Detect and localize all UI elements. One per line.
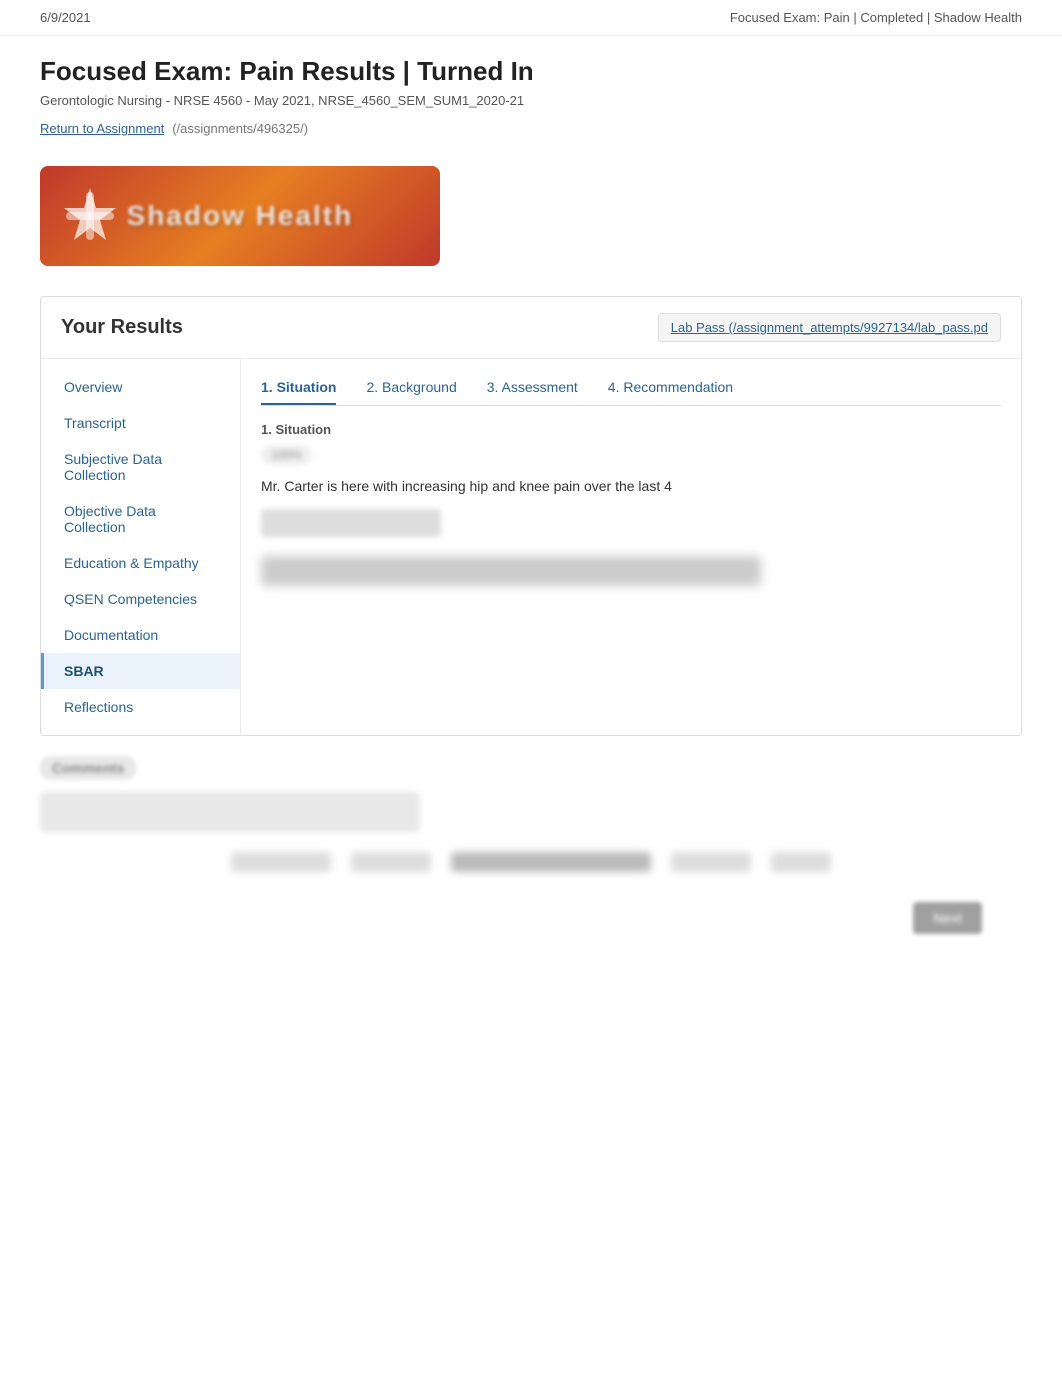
logo-banner: Shadow Health bbox=[40, 166, 440, 266]
date-label: 6/9/2021 bbox=[40, 10, 91, 25]
results-header: Your Results Lab Pass (/assignment_attem… bbox=[41, 297, 1021, 359]
sidebar-item-objective[interactable]: Objective Data Collection bbox=[41, 493, 240, 545]
page-subtitle: Gerontologic Nursing - NRSE 4560 - May 2… bbox=[40, 93, 1022, 108]
sbar-tab-background[interactable]: 2. Background bbox=[366, 379, 456, 405]
return-link-path: (/assignments/496325/) bbox=[172, 121, 308, 136]
logo-text: Shadow Health bbox=[127, 200, 354, 232]
score-badge: 100% bbox=[261, 445, 312, 465]
situation-text: Mr. Carter is here with increasing hip a… bbox=[261, 475, 1001, 497]
shadow-health-icon bbox=[60, 186, 120, 246]
active-section-label: 1. Situation bbox=[261, 422, 1001, 437]
page-header: Focused Exam: Pain Results | Turned In G… bbox=[0, 36, 1062, 146]
footer-item-2 bbox=[351, 852, 431, 872]
footer-item-center bbox=[451, 852, 651, 872]
content-layout: Overview Transcript Subjective Data Coll… bbox=[41, 359, 1021, 735]
return-to-assignment-link[interactable]: Return to Assignment bbox=[40, 121, 164, 136]
situation-input-blurred bbox=[261, 509, 441, 537]
sbar-tabs: 1. Situation 2. Background 3. Assessment… bbox=[261, 379, 1001, 406]
page-context-title: Focused Exam: Pain | Completed | Shadow … bbox=[730, 10, 1022, 25]
footer-item-4 bbox=[771, 852, 831, 872]
sidebar: Overview Transcript Subjective Data Coll… bbox=[41, 359, 241, 735]
blurred-content-block bbox=[261, 556, 761, 586]
footer-item-3 bbox=[671, 852, 751, 872]
footer-actions: Next bbox=[0, 882, 1062, 922]
comment-label: Comments bbox=[40, 756, 136, 780]
sidebar-item-qsen[interactable]: QSEN Competencies bbox=[41, 581, 240, 617]
comment-box bbox=[40, 792, 420, 832]
footer-content bbox=[40, 852, 1022, 872]
lab-pass-link[interactable]: Lab Pass (/assignment_attempts/9927134/l… bbox=[658, 313, 1001, 342]
sidebar-item-reflections[interactable]: Reflections bbox=[41, 689, 240, 725]
sidebar-item-overview[interactable]: Overview bbox=[41, 369, 240, 405]
sidebar-item-documentation[interactable]: Documentation bbox=[41, 617, 240, 653]
sbar-content: 1. Situation 2. Background 3. Assessment… bbox=[241, 359, 1021, 735]
sidebar-item-subjective[interactable]: Subjective Data Collection bbox=[41, 441, 240, 493]
main-container: Your Results Lab Pass (/assignment_attem… bbox=[40, 296, 1022, 736]
next-button[interactable]: Next bbox=[913, 902, 982, 934]
footer-item-1 bbox=[231, 852, 331, 872]
sbar-tab-assessment[interactable]: 3. Assessment bbox=[487, 379, 578, 405]
comment-section: Comments bbox=[40, 756, 1022, 832]
logo-section: Shadow Health bbox=[0, 146, 1062, 286]
sidebar-item-transcript[interactable]: Transcript bbox=[41, 405, 240, 441]
top-bar: 6/9/2021 Focused Exam: Pain | Completed … bbox=[0, 0, 1062, 36]
sbar-tab-situation[interactable]: 1. Situation bbox=[261, 379, 336, 405]
sidebar-item-sbar[interactable]: SBAR bbox=[41, 653, 240, 689]
sbar-tab-recommendation[interactable]: 4. Recommendation bbox=[608, 379, 733, 405]
sidebar-item-education[interactable]: Education & Empathy bbox=[41, 545, 240, 581]
page-title: Focused Exam: Pain Results | Turned In bbox=[40, 56, 1022, 87]
results-title: Your Results bbox=[61, 316, 183, 339]
